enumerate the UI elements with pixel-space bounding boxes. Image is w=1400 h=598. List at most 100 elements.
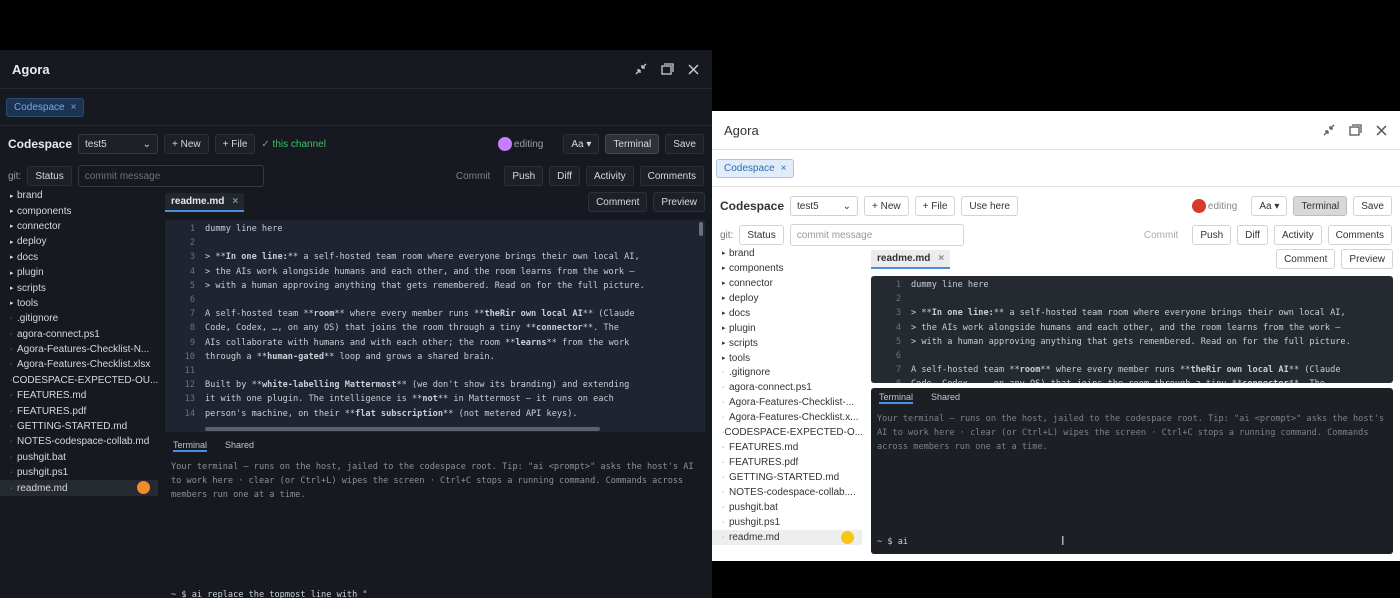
folder-item[interactable]: ▸ brand	[0, 188, 158, 203]
editor-scrollbar-v[interactable]	[699, 222, 703, 236]
activity-button[interactable]: Activity	[585, 166, 634, 186]
file-item[interactable]: · readme.md	[0, 480, 158, 496]
file-tab-readme[interactable]: readme.md ×	[871, 249, 951, 269]
tab-shared[interactable]: Shared	[225, 440, 254, 452]
file-item[interactable]: · CODESPACE-EXPECTED-O...	[712, 425, 862, 440]
comments-button[interactable]: Comments	[1327, 225, 1392, 245]
file-item[interactable]: · NOTES-codespace-collab....	[712, 485, 862, 500]
folder-item[interactable]: ▸ connector	[0, 219, 158, 234]
folder-item[interactable]: ▸ deploy	[712, 291, 862, 306]
file-item[interactable]: · .gitignore	[712, 366, 862, 381]
folder-item[interactable]: ▸ plugin	[712, 321, 862, 336]
editor-scrollbar-h[interactable]	[205, 427, 600, 431]
folder-item[interactable]: ▸ connector	[712, 276, 862, 291]
file-item[interactable]: · pushgit.bat	[712, 500, 862, 515]
codespace-select[interactable]: test5 ⌄	[78, 134, 159, 154]
file-item[interactable]: · Agora-Features-Checklist-N...	[0, 342, 158, 357]
folder-item[interactable]: ▸ components	[0, 203, 158, 218]
file-item[interactable]: · CODESPACE-EXPECTED-OU...	[0, 373, 158, 388]
terminal-panel[interactable]: Terminal Shared Your terminal — runs on …	[871, 388, 1393, 554]
use-here-button[interactable]: Use here	[961, 196, 1018, 216]
folder-item[interactable]: ▸ scripts	[712, 336, 862, 351]
file-item[interactable]: · agora-connect.ps1	[712, 380, 862, 395]
folder-item[interactable]: ▸ docs	[0, 250, 158, 265]
tab-terminal[interactable]: Terminal	[173, 440, 208, 452]
file-item[interactable]: · .gitignore	[0, 311, 158, 326]
folder-item[interactable]: ▸ tools	[0, 296, 158, 311]
terminal-button[interactable]: Terminal	[605, 134, 660, 154]
new-button[interactable]: + New	[164, 134, 209, 154]
file-item[interactable]: · Agora-Features-Checklist-...	[712, 395, 862, 410]
activity-button[interactable]: Activity	[1273, 225, 1322, 245]
push-button[interactable]: Push	[1192, 225, 1232, 245]
file-item[interactable]: · pushgit.ps1	[0, 465, 158, 480]
maximize-icon[interactable]	[1348, 123, 1362, 137]
close-icon[interactable]	[1374, 123, 1388, 137]
line-number: 1	[189, 224, 195, 234]
file-tab-close-icon[interactable]: ×	[938, 253, 944, 264]
folder-item[interactable]: ▸ tools	[712, 351, 862, 366]
file-item[interactable]: · readme.md	[712, 529, 862, 545]
minimize-icon[interactable]	[634, 62, 648, 76]
comment-button[interactable]: Comment	[1276, 249, 1336, 269]
font-size-button[interactable]: Aa ▾	[1251, 196, 1288, 216]
tab-terminal[interactable]: Terminal	[879, 392, 914, 404]
folder-item[interactable]: ▸ docs	[712, 306, 862, 321]
tab-codespace[interactable]: Codespace ×	[716, 158, 795, 178]
codespace-select[interactable]: test5 ⌄	[790, 196, 859, 216]
folder-item[interactable]: ▸ plugin	[0, 265, 158, 280]
commit-button[interactable]: Commit	[448, 166, 498, 186]
preview-button[interactable]: Preview	[1341, 249, 1393, 269]
file-tab-close-icon[interactable]: ×	[232, 196, 238, 207]
save-button[interactable]: Save	[665, 134, 704, 154]
folder-item[interactable]: ▸ components	[712, 261, 862, 276]
comments-button[interactable]: Comments	[639, 166, 704, 186]
file-item[interactable]: · NOTES-codespace-collab.md	[0, 434, 158, 449]
terminal-prompt[interactable]: ~ $ ai replace the topmost line with "	[171, 590, 368, 598]
file-item[interactable]: · Agora-Features-Checklist.xlsx	[0, 357, 158, 372]
file-item[interactable]: · FEATURES.pdf	[0, 403, 158, 418]
terminal-panel[interactable]: Terminal Shared Your terminal — runs on …	[165, 436, 705, 598]
file-item[interactable]: · FEATURES.pdf	[712, 455, 862, 470]
diff-button[interactable]: Diff	[1237, 225, 1268, 245]
minimize-icon[interactable]	[1322, 123, 1336, 137]
save-button[interactable]: Save	[1353, 196, 1392, 216]
file-item[interactable]: · pushgit.bat	[0, 450, 158, 465]
code-editor[interactable]: 1 dummy line here 2 3 > **In one line:** a s…	[871, 276, 1393, 383]
add-file-button[interactable]: + File	[914, 196, 956, 216]
folder-item[interactable]: ▸ scripts	[0, 280, 158, 295]
tab-close-icon[interactable]: ×	[71, 102, 77, 113]
file-item[interactable]: · pushgit.ps1	[712, 515, 862, 530]
git-status-button[interactable]: Status	[27, 166, 72, 186]
add-file-button[interactable]: + File	[214, 134, 256, 154]
file-tab-readme[interactable]: readme.md ×	[165, 192, 245, 212]
terminal-button[interactable]: Terminal	[1293, 196, 1348, 216]
maximize-icon[interactable]	[660, 62, 674, 76]
comment-button[interactable]: Comment	[588, 192, 648, 212]
font-size-label: Aa	[571, 138, 584, 150]
terminal-prompt[interactable]: ~ $ ai	[877, 537, 908, 547]
file-item[interactable]: · GETTING-STARTED.md	[712, 470, 862, 485]
preview-button[interactable]: Preview	[653, 192, 705, 212]
commit-message-input[interactable]: commit message	[789, 224, 964, 246]
commit-message-input[interactable]: commit message	[77, 165, 264, 187]
file-item[interactable]: · FEATURES.md	[0, 388, 158, 403]
folder-item[interactable]: ▸ brand	[712, 246, 862, 261]
font-size-button[interactable]: Aa ▾	[563, 134, 600, 154]
commit-button[interactable]: Commit	[1136, 225, 1186, 245]
git-status-button[interactable]: Status	[739, 225, 784, 245]
file-item[interactable]: · FEATURES.md	[712, 440, 862, 455]
push-button[interactable]: Push	[504, 166, 544, 186]
file-item[interactable]: · agora-connect.ps1	[0, 327, 158, 342]
tab-shared[interactable]: Shared	[931, 392, 960, 404]
close-icon[interactable]	[686, 62, 700, 76]
file-item[interactable]: · Agora-Features-Checklist.x...	[712, 410, 862, 425]
tab-close-icon[interactable]: ×	[781, 163, 787, 174]
folder-item[interactable]: ▸ deploy	[0, 234, 158, 249]
diff-button[interactable]: Diff	[549, 166, 580, 186]
file-item[interactable]: · GETTING-STARTED.md	[0, 419, 158, 434]
code-editor[interactable]: 1 dummy line here 2 3 > **In one line:** a s…	[165, 220, 705, 432]
tree-item-label: Agora-Features-Checklist-N...	[17, 344, 150, 356]
new-button[interactable]: + New	[864, 196, 909, 216]
tab-codespace[interactable]: Codespace ×	[6, 97, 85, 117]
